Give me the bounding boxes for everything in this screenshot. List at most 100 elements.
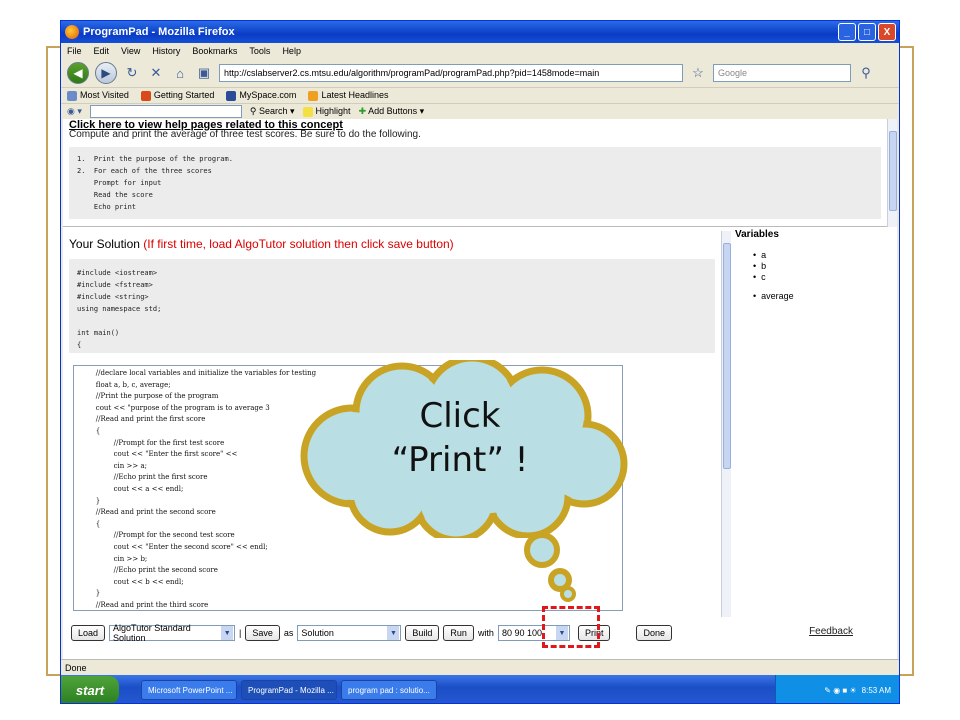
problem-panel: Click here to view help pages related to… — [63, 119, 897, 227]
with-label: with — [477, 628, 494, 638]
bookmark-latest-headlines[interactable]: Latest Headlines — [308, 90, 388, 101]
bookmark-label: Latest Headlines — [321, 90, 389, 101]
toolbar-search-input[interactable] — [89, 105, 242, 118]
highlight-button[interactable]: Highlight — [302, 106, 351, 117]
forward-button[interactable]: ▶ — [95, 62, 117, 84]
getting-started-icon — [140, 90, 151, 101]
bookmark-myspace[interactable]: MySpace.com — [226, 90, 296, 101]
code-line: } — [78, 589, 101, 598]
reload-icon[interactable]: ↻ — [123, 64, 141, 82]
start-button[interactable]: start — [61, 676, 119, 703]
menu-tools[interactable]: Tools — [249, 46, 270, 56]
as-label: as — [283, 628, 294, 638]
feedback-link[interactable]: Feedback — [809, 626, 853, 637]
search-icon[interactable]: ⚲ — [857, 64, 875, 82]
solution-scrollbar[interactable] — [721, 231, 731, 617]
bookmark-getting-started[interactable]: Getting Started — [140, 90, 215, 101]
callout-line-1: Click — [419, 396, 501, 436]
thought-bubble-large — [524, 532, 560, 568]
maximize-button[interactable]: □ — [858, 23, 876, 41]
task-program-pad-solution[interactable]: program pad : solutio... — [341, 680, 437, 700]
solution-select-value: AlgoTutor Standard Solution — [113, 623, 191, 643]
bookmarks-toolbar: Most Visited Getting Started MySpace.com… — [61, 87, 899, 103]
task-programpad[interactable]: ProgramPad - Mozilla ... — [241, 680, 337, 700]
home-icon[interactable]: ⌂ — [171, 64, 189, 82]
step-line: Read the score — [77, 191, 153, 199]
url-bar[interactable]: http://cslabserver2.cs.mtsu.edu/algorith… — [219, 64, 683, 82]
variable-item: a — [753, 250, 885, 261]
slide-frame-left — [46, 46, 48, 676]
clock: 8:53 AM — [861, 685, 891, 695]
code-line: //Read and print the third score — [78, 600, 209, 609]
search-toolbar: ◉ ▾ ⚲ Search ▾ Highlight ✚ Add Buttons ▾ — [61, 103, 899, 119]
slide-frame-right — [912, 46, 914, 676]
problem-description: Compute and print the average of three t… — [69, 129, 421, 140]
variables-panel: Variables a b c average — [735, 229, 885, 302]
menu-help[interactable]: Help — [282, 46, 301, 56]
variable-item: c — [753, 272, 885, 283]
toolbar-search-button[interactable]: ⚲ Search ▾ — [250, 106, 295, 117]
solution-select[interactable]: AlgoTutor Standard Solution ▼ — [109, 623, 236, 643]
run-button[interactable]: Run — [443, 625, 474, 641]
rss-icon — [308, 90, 319, 101]
plus-icon: ✚ — [358, 106, 367, 116]
menu-edit[interactable]: Edit — [94, 46, 110, 56]
save-button[interactable]: Save — [245, 625, 280, 641]
menu-file[interactable]: File — [67, 46, 82, 56]
addon-icon[interactable]: ▣ — [195, 64, 213, 82]
separator: | — [239, 628, 242, 638]
tray-icons[interactable]: ✎ ◉ ■ ☀ — [824, 686, 856, 695]
menu-bookmarks[interactable]: Bookmarks — [192, 46, 237, 56]
menu-view[interactable]: View — [121, 46, 140, 56]
toolbar-logo-icon: ◉ ▾ — [67, 106, 82, 116]
save-as-value: Solution — [301, 628, 334, 638]
step-line: Echo print — [77, 203, 137, 211]
input-value: 80 90 100 — [501, 628, 542, 638]
problem-scroll-thumb[interactable] — [889, 131, 897, 211]
task-powerpoint[interactable]: Microsoft PowerPoint ... — [141, 680, 237, 700]
title-bar[interactable]: ProgramPad - Mozilla Firefox _ □ X — [61, 21, 899, 43]
status-bar: Done — [61, 659, 899, 675]
solution-title-text: Your Solution — [69, 237, 140, 251]
most-visited-icon — [67, 90, 77, 101]
close-button[interactable]: X — [878, 23, 896, 41]
bookmark-star-icon[interactable]: ☆ — [689, 64, 707, 82]
bookmark-label: Most Visited — [80, 90, 129, 101]
firefox-icon — [65, 25, 79, 39]
variable-item: b — [753, 261, 885, 272]
build-button[interactable]: Build — [405, 625, 440, 641]
solution-title: Your Solution (If first time, load AlgoT… — [69, 237, 454, 251]
bookmark-label: Getting Started — [153, 90, 215, 101]
code-line: cout << b << endl; — [78, 577, 184, 586]
add-buttons-label: Add Buttons — [368, 106, 418, 116]
bookmark-label: MySpace.com — [239, 90, 297, 101]
myspace-icon — [226, 90, 237, 101]
highlight-label: Highlight — [315, 106, 351, 117]
chevron-down-icon: ▼ — [221, 626, 234, 640]
problem-steps: 1. Print the purpose of the program. 2. … — [69, 147, 881, 219]
back-button[interactable]: ◀ — [67, 62, 89, 84]
step-line: 2. For each of the three scores — [77, 167, 212, 175]
bookmark-most-visited[interactable]: Most Visited — [67, 90, 129, 101]
status-text: Done — [65, 662, 87, 673]
problem-scrollbar[interactable] — [887, 119, 897, 227]
thought-bubble-small — [560, 586, 576, 602]
callout-line-2: “Print” ! — [391, 440, 529, 480]
print-highlight-box — [542, 606, 600, 648]
solution-scroll-thumb[interactable] — [723, 243, 731, 469]
done-button[interactable]: Done — [636, 625, 672, 641]
add-buttons-button[interactable]: ✚ Add Buttons ▾ — [359, 106, 425, 117]
window-title: ProgramPad - Mozilla Firefox — [83, 26, 235, 38]
save-as-select[interactable]: Solution ▼ — [297, 625, 402, 641]
step-line: Prompt for input — [77, 179, 162, 187]
menu-history[interactable]: History — [152, 46, 180, 56]
solution-header-code: #include <iostream> #include <fstream> #… — [69, 259, 715, 353]
start-label: start — [75, 682, 105, 698]
minimize-button[interactable]: _ — [838, 23, 856, 41]
load-button[interactable]: Load — [71, 625, 106, 641]
callout-text: Click “Print” ! — [370, 394, 550, 482]
search-input[interactable]: Google — [713, 64, 851, 82]
search-label: Search — [258, 106, 288, 116]
highlight-icon — [302, 106, 313, 117]
stop-icon[interactable]: ✕ — [147, 64, 165, 82]
